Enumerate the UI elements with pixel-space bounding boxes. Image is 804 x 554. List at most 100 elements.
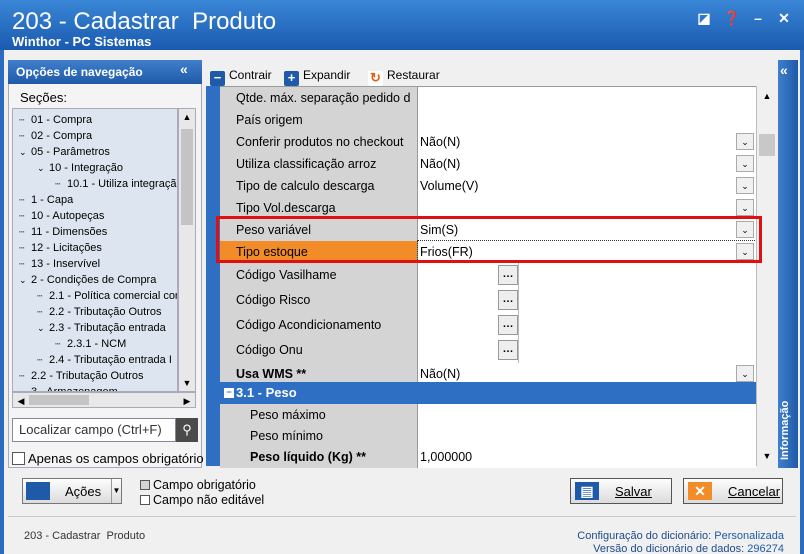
- ellipsis-button[interactable]: …: [498, 265, 518, 285]
- tree-item[interactable]: ⌄ 05 - Parâmetros: [19, 144, 110, 160]
- tree-item-label: 11 - Dimensões: [31, 226, 108, 238]
- grid-row-value[interactable]: …: [418, 288, 756, 313]
- grid-row[interactable]: Código Acondicionamento …: [220, 313, 756, 338]
- grid-row[interactable]: Conferir produtos no checkout Não(N) ⌄: [220, 131, 756, 153]
- grid-row[interactable]: Utiliza classificação arroz Não(N) ⌄: [220, 153, 756, 175]
- chevron-down-icon[interactable]: ⌄: [37, 320, 49, 336]
- tree-item[interactable]: ┄ 12 - Licitações: [19, 240, 102, 256]
- tree-line-icon: ┄: [19, 131, 25, 141]
- grid-row-label: Peso máximo: [220, 404, 418, 426]
- info-panel-label: Informação: [779, 400, 791, 460]
- chevron-down-icon[interactable]: ⌄: [736, 133, 754, 150]
- tree-item[interactable]: ┄ 02 - Compra: [19, 128, 92, 144]
- grid-row[interactable]: Tipo de calculo descarga Volume(V) ⌄: [220, 175, 756, 197]
- tree-item[interactable]: ┄ 01 - Compra: [19, 112, 92, 128]
- tree-item[interactable]: ┄ 10 - Autopeças: [19, 208, 104, 224]
- search-icon[interactable]: ⚲: [176, 418, 198, 442]
- grid-row[interactable]: Qtde. máx. separação pedido d: [220, 87, 756, 109]
- chevron-down-icon[interactable]: ⌄: [19, 272, 31, 288]
- ellipsis-button[interactable]: …: [498, 315, 518, 335]
- close-icon: ✕: [688, 482, 712, 500]
- search-field-input[interactable]: Localizar campo (Ctrl+F): [12, 418, 176, 442]
- grid-scroll-down-icon[interactable]: ▼: [759, 448, 775, 464]
- tree-item[interactable]: ┄ 11 - Dimensões: [19, 224, 107, 240]
- tree-item[interactable]: ┄ 2.1 - Política comercial cor: [37, 288, 177, 304]
- tree-item[interactable]: ┄ 2.2 - Tributação Outros: [19, 368, 144, 384]
- minimize-window-icon[interactable]: –: [746, 8, 770, 28]
- tree-item[interactable]: ⌄ 2 - Condições de Compra: [19, 272, 156, 288]
- cancel-button[interactable]: ✕ Cancelar: [683, 478, 783, 504]
- scroll-up-icon[interactable]: ▲: [179, 109, 195, 125]
- grid-row[interactable]: Código Risco…: [220, 288, 756, 313]
- chevron-down-icon[interactable]: ⌄: [736, 199, 754, 216]
- chevron-down-icon[interactable]: ⌄: [37, 160, 49, 176]
- grid-row-value[interactable]: …: [418, 338, 756, 363]
- grid-row-value[interactable]: Volume(V) ⌄: [418, 175, 756, 197]
- save-button[interactable]: ▤ Salvar: [570, 478, 672, 504]
- tree-item[interactable]: ┄ 13 - Inservível: [19, 256, 100, 272]
- grid-vertical-scrollbar[interactable]: ▲ ▼: [756, 86, 776, 466]
- tree-item[interactable]: ┄ 1 - Capa: [19, 192, 73, 208]
- grid-row[interactable]: Peso líquido (Kg) ** 1,000000: [220, 446, 756, 468]
- restore-window-icon[interactable]: ◪: [692, 8, 716, 28]
- scroll-left-icon[interactable]: ◀: [13, 393, 29, 409]
- close-window-icon[interactable]: ✕: [772, 8, 796, 28]
- tree-item[interactable]: ┄ 2.4 - Tributação entrada I: [37, 352, 172, 368]
- chevron-down-icon[interactable]: ⌄: [19, 144, 31, 160]
- tree-vertical-scrollbar[interactable]: ▲ ▼: [178, 108, 196, 392]
- grid-row[interactable]: Peso mínimo: [220, 425, 756, 447]
- grid-row[interactable]: Código Onu…: [220, 338, 756, 363]
- grid-row-value[interactable]: [418, 404, 756, 426]
- grid-scroll-thumb[interactable]: [759, 134, 775, 156]
- restore-button[interactable]: ↻ Restaurar: [368, 66, 440, 86]
- chevron-down-icon[interactable]: ▼: [111, 479, 121, 503]
- tree-item[interactable]: ┄ 2.2 - Tributação Outros: [37, 304, 162, 320]
- grid-row-value[interactable]: [418, 109, 756, 131]
- chevron-down-icon[interactable]: ⌄: [19, 384, 31, 391]
- grid-row-value[interactable]: 1,000000: [418, 446, 756, 468]
- value-text: Não(N): [420, 367, 461, 381]
- grid-row-value[interactable]: …: [418, 313, 756, 338]
- grid-row[interactable]: País origem: [220, 109, 756, 131]
- chevron-down-icon[interactable]: ⌄: [736, 365, 754, 382]
- tree-item[interactable]: ⌄ 3 - Armazenagem: [19, 384, 118, 391]
- checkbox-box[interactable]: [12, 452, 25, 465]
- tree-item[interactable]: ⌄ 10 - Integração: [37, 160, 123, 176]
- grid-row-value[interactable]: [418, 425, 756, 447]
- section-header-peso[interactable]: −3.1 - Peso: [220, 382, 756, 404]
- grid-row[interactable]: Código Vasilhame…: [220, 263, 756, 288]
- sections-tree[interactable]: ┄ 01 - Compra ┄ 02 - Compra ⌄ 05 - Parâmetros…: [12, 108, 178, 392]
- only-required-checkbox[interactable]: Apenas os campos obrigatório: [12, 451, 204, 466]
- actions-button[interactable]: Ações ▼: [22, 478, 122, 504]
- status-dict-version: Versão do dicionário de dados: 296274: [593, 543, 784, 554]
- grid-row-value[interactable]: [418, 87, 756, 109]
- scroll-right-icon[interactable]: ▶: [179, 393, 195, 409]
- grid-row[interactable]: Peso máximo: [220, 404, 756, 426]
- tree-line-icon: ┄: [37, 355, 43, 365]
- grid-row-value[interactable]: Não(N) ⌄: [418, 153, 756, 175]
- tree-line-icon: ┄: [37, 291, 43, 301]
- tree-line-icon: ┄: [19, 371, 25, 381]
- grid-scroll-up-icon[interactable]: ▲: [759, 88, 775, 104]
- scroll-down-icon[interactable]: ▼: [179, 375, 195, 391]
- ellipsis-button[interactable]: …: [498, 340, 518, 360]
- nav-collapse-icon[interactable]: «: [180, 61, 200, 81]
- tree-item[interactable]: ┄ 2.3.1 - NCM: [55, 336, 126, 352]
- collapse-button[interactable]: − Contrair: [210, 66, 272, 86]
- chevron-down-icon[interactable]: ⌄: [736, 155, 754, 172]
- expand-button[interactable]: + Expandir: [284, 66, 350, 86]
- ellipsis-button[interactable]: …: [498, 290, 518, 310]
- help-icon[interactable]: ❓: [720, 8, 744, 28]
- tree-item[interactable]: ┄ 10.1 - Utiliza integraçã: [55, 176, 176, 192]
- grid-row-value[interactable]: …: [418, 263, 756, 288]
- grid-row-label: Código Acondicionamento: [220, 313, 418, 338]
- tree-horizontal-scrollbar[interactable]: ◀ ▶: [12, 392, 196, 408]
- grid-row-value[interactable]: Não(N) ⌄: [418, 131, 756, 153]
- tree-item-label: 1 - Capa: [31, 194, 74, 206]
- scroll-thumb[interactable]: [181, 129, 193, 225]
- info-expand-icon[interactable]: «: [780, 62, 788, 78]
- chevron-down-icon[interactable]: ⌄: [736, 177, 754, 194]
- tree-item[interactable]: ⌄ 2.3 - Tributação entrada: [37, 320, 166, 336]
- collapse-section-icon[interactable]: −: [224, 388, 234, 398]
- hscroll-thumb[interactable]: [29, 395, 89, 405]
